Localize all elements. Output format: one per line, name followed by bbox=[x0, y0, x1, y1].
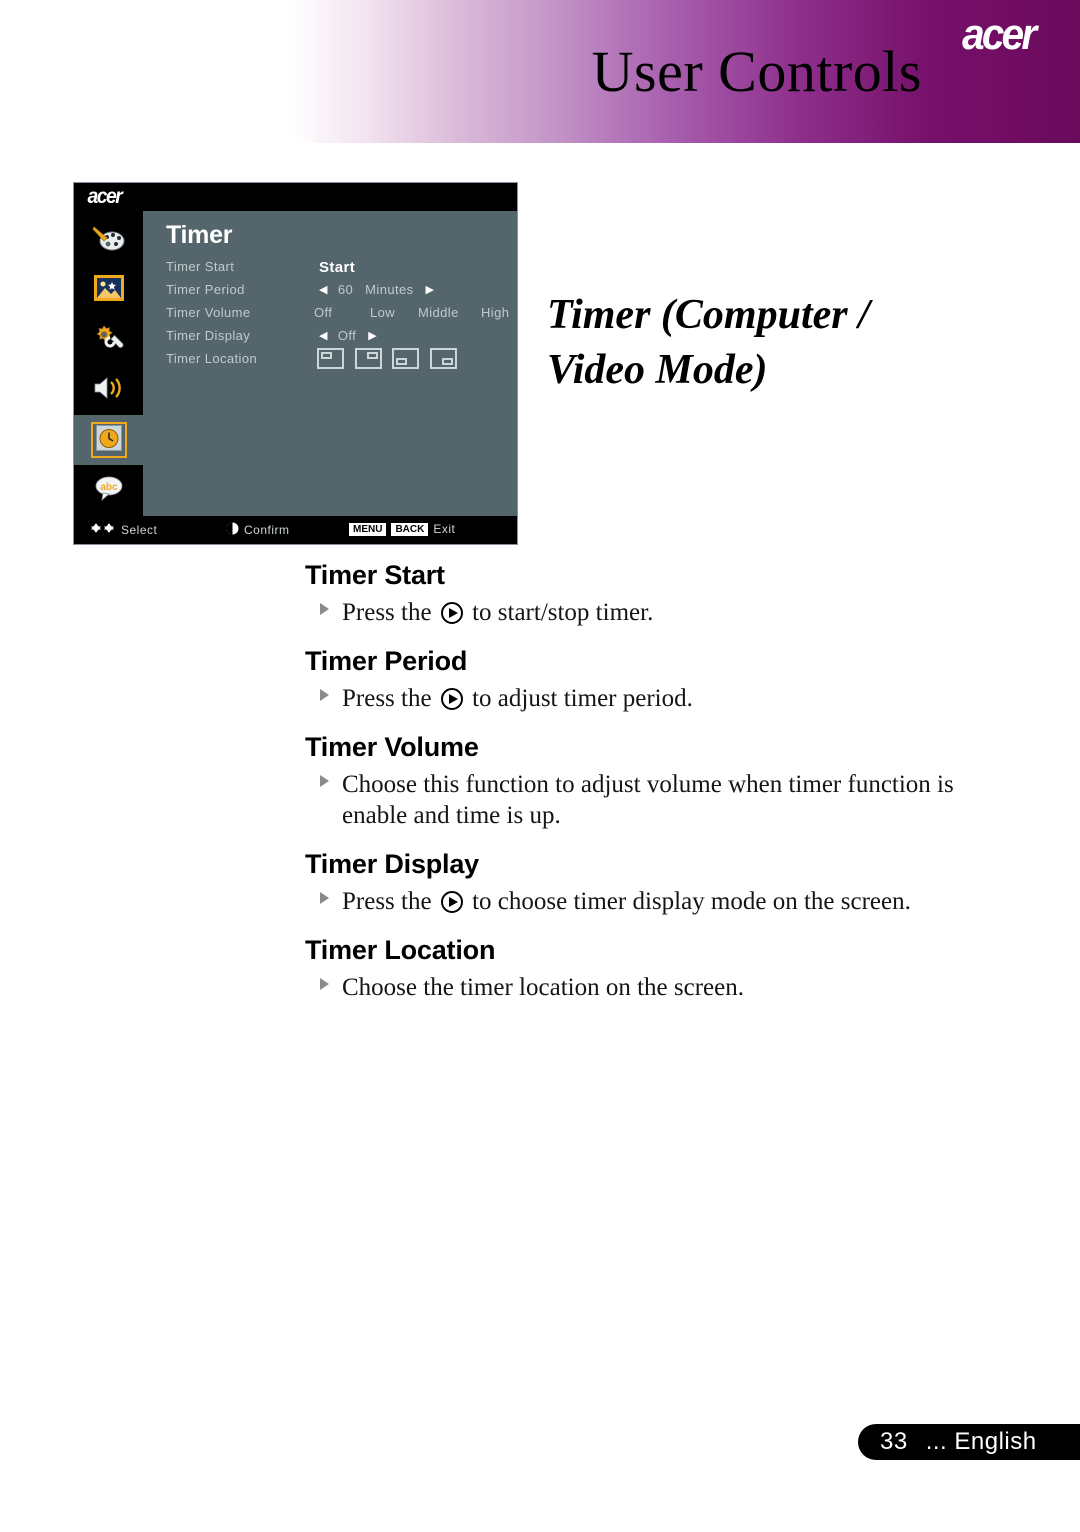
text-before: Press the bbox=[342, 599, 432, 626]
timer-location-bottom-left-icon[interactable] bbox=[392, 348, 419, 369]
osd-hint-select: Select bbox=[90, 522, 157, 537]
osd-hint-confirm: Confirm bbox=[226, 522, 290, 538]
bullet-triangle-icon bbox=[320, 603, 329, 615]
osd-label-timer-display: Timer Display bbox=[166, 328, 251, 343]
bullet-triangle-icon bbox=[320, 775, 329, 787]
acer-logo: acer bbox=[962, 10, 1038, 59]
left-arrow-icon[interactable]: ◀ bbox=[319, 283, 328, 296]
footer-page-pill: 33 ... English bbox=[858, 1424, 1080, 1460]
heading-timer-start: Timer Start bbox=[305, 560, 445, 590]
color-palette-icon bbox=[92, 223, 126, 257]
menu-key-chip[interactable]: MENU bbox=[349, 522, 387, 536]
svg-text:abc: abc bbox=[100, 482, 118, 493]
text-before: Choose this function to adjust volume wh… bbox=[342, 771, 954, 829]
bullet-triangle-icon bbox=[320, 978, 329, 990]
osd-label-timer-period: Timer Period bbox=[166, 282, 245, 297]
play-button-icon bbox=[440, 891, 463, 913]
osd-display-value: Off bbox=[337, 328, 357, 343]
bullet-triangle-icon bbox=[320, 689, 329, 701]
page-title: User Controls bbox=[591, 39, 922, 104]
description-timer-location: Choose the timer location on the screen. bbox=[320, 972, 1007, 1003]
heading-timer-display: Timer Display bbox=[305, 849, 479, 879]
speaker-volume-icon bbox=[92, 374, 126, 406]
text-before: Choose the timer location on the screen. bbox=[342, 974, 744, 1001]
section-title: Timer (Computer / Video Mode) bbox=[547, 292, 870, 393]
content-sections: Timer Start Press the to start/stop time… bbox=[0, 560, 1080, 1021]
osd-label-timer-volume: Timer Volume bbox=[166, 305, 251, 320]
description-timer-start: Press the to start/stop timer. bbox=[320, 597, 1007, 628]
sidebar-item-timer[interactable] bbox=[74, 415, 143, 465]
osd-hint-exit-label: Exit bbox=[433, 522, 456, 536]
osd-volume-option-middle[interactable]: Middle bbox=[418, 305, 459, 320]
text-after: to adjust timer period. bbox=[472, 685, 693, 712]
back-key-chip[interactable]: BACK bbox=[391, 522, 429, 536]
right-arrow-icon[interactable]: ▶ bbox=[368, 329, 377, 342]
play-button-icon bbox=[440, 602, 463, 624]
osd-row-timer-volume[interactable]: Timer Volume Off Low Middle High bbox=[74, 305, 517, 328]
timer-location-top-right-icon[interactable] bbox=[355, 348, 382, 369]
description-timer-period: Press the to adjust timer period. bbox=[320, 683, 1007, 714]
osd-hint-exit: MENU BACK Exit bbox=[349, 522, 455, 536]
heading-timer-volume: Timer Volume bbox=[305, 732, 479, 762]
osd-bottom-bar: Select Confirm MENU BACK Exit bbox=[74, 516, 517, 544]
description-timer-volume: Choose this function to adjust volume wh… bbox=[320, 769, 1007, 831]
osd-period-number: 60 bbox=[337, 282, 354, 297]
osd-acer-logo-icon: acer bbox=[87, 185, 122, 208]
osd-volume-option-low[interactable]: Low bbox=[370, 305, 395, 320]
osd-period-unit: Minutes bbox=[365, 282, 414, 297]
footer-language: ... English bbox=[925, 1428, 1037, 1455]
osd-volume-option-high[interactable]: High bbox=[481, 305, 509, 320]
timer-location-top-left-icon[interactable] bbox=[317, 348, 344, 369]
page-header-band: User Controls acer bbox=[0, 0, 1080, 143]
osd-menu-title: Timer bbox=[166, 221, 233, 249]
timer-location-bottom-right-icon[interactable] bbox=[430, 348, 457, 369]
clock-timer-icon bbox=[95, 425, 122, 455]
osd-volume-option-off[interactable]: Off bbox=[314, 305, 332, 320]
osd-row-timer-start[interactable]: Timer Start Start bbox=[74, 259, 517, 282]
osd-row-timer-period[interactable]: Timer Period ◀ 60 Minutes ▶ bbox=[74, 282, 517, 305]
sidebar-item-color[interactable] bbox=[74, 215, 143, 265]
text-after: to choose timer display mode on the scre… bbox=[472, 888, 911, 915]
osd-label-timer-start: Timer Start bbox=[166, 259, 235, 274]
text-before: Press the bbox=[342, 685, 432, 712]
text-after: to start/stop timer. bbox=[472, 599, 654, 626]
confirm-circle-icon bbox=[226, 522, 239, 538]
language-abc-bubble-icon: abc bbox=[93, 474, 125, 506]
osd-hint-select-label: Select bbox=[121, 522, 158, 537]
osd-value-timer-period[interactable]: ◀ 60 Minutes ▶ bbox=[319, 282, 434, 297]
osd-hint-confirm-label: Confirm bbox=[244, 523, 290, 537]
description-timer-display: Press the to choose timer display mode o… bbox=[320, 886, 1007, 917]
up-down-chevron-icon bbox=[90, 522, 116, 537]
right-arrow-icon[interactable]: ▶ bbox=[426, 283, 435, 296]
play-button-icon bbox=[440, 688, 463, 710]
osd-value-timer-start[interactable]: Start bbox=[319, 259, 355, 276]
osd-label-timer-location: Timer Location bbox=[166, 351, 258, 366]
osd-value-timer-display[interactable]: ◀ Off ▶ bbox=[319, 328, 377, 343]
osd-screenshot: acer abc Timer Timer Start Start Timer P… bbox=[73, 182, 518, 545]
left-arrow-icon[interactable]: ◀ bbox=[319, 329, 328, 342]
heading-timer-location: Timer Location bbox=[305, 935, 496, 965]
page-number: 33 bbox=[880, 1428, 908, 1455]
text-before: Press the bbox=[342, 888, 432, 915]
osd-top-bar: acer bbox=[74, 183, 517, 211]
sidebar-item-language[interactable]: abc bbox=[74, 465, 143, 515]
heading-timer-period: Timer Period bbox=[305, 646, 468, 676]
osd-row-timer-location[interactable]: Timer Location bbox=[74, 348, 517, 374]
bullet-triangle-icon bbox=[320, 892, 329, 904]
sidebar-selection-box bbox=[90, 422, 127, 458]
